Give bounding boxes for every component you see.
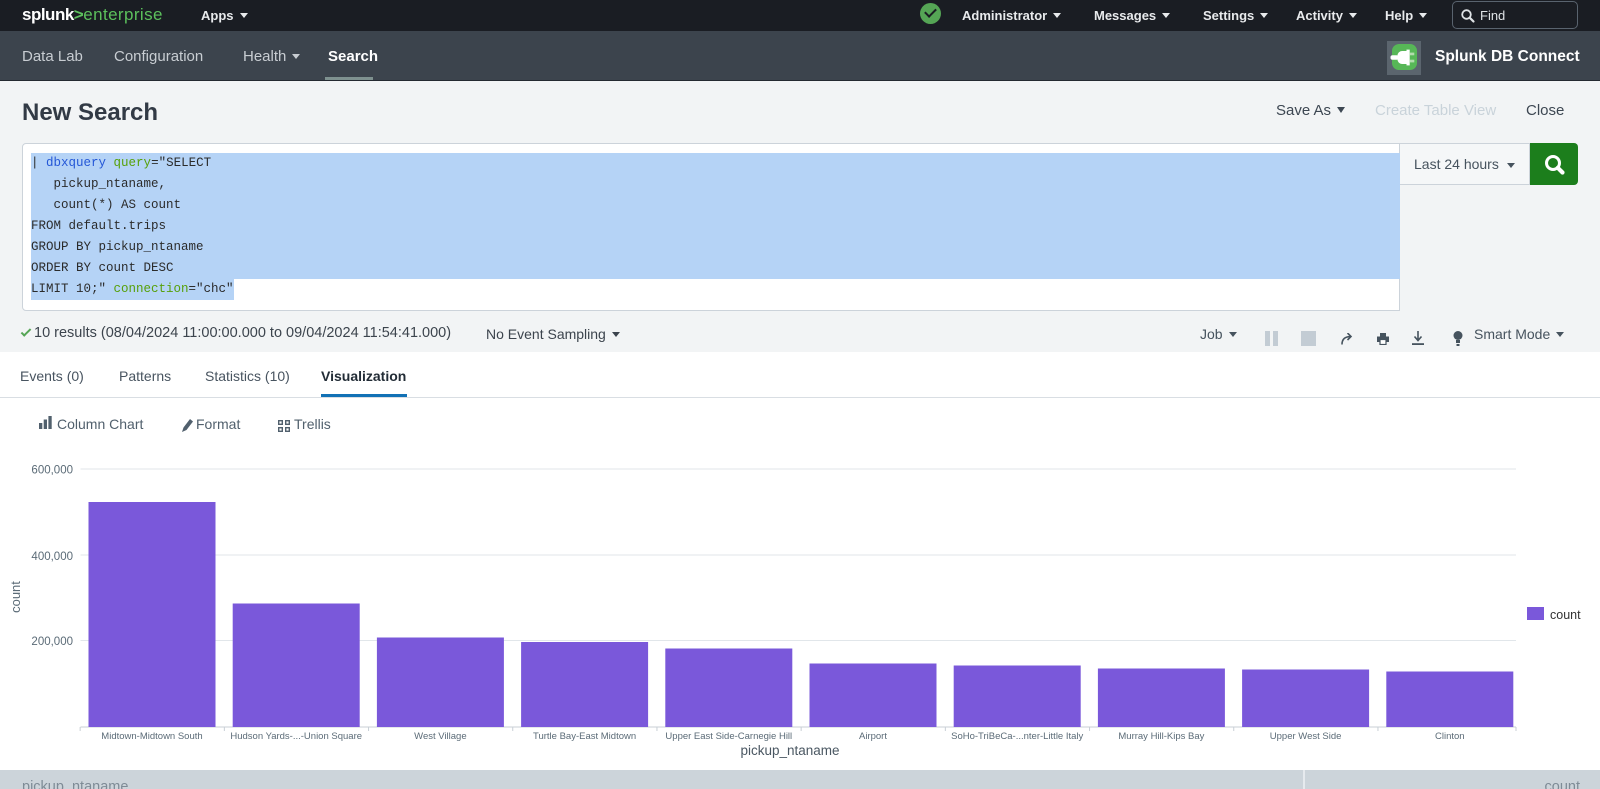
svg-text:count: count [1550, 608, 1581, 622]
svg-text:count: count [8, 581, 23, 613]
svg-text:Midtown-Midtown South: Midtown-Midtown South [101, 731, 202, 742]
svg-text:pickup_ntaname: pickup_ntaname [740, 743, 839, 758]
svg-text:600,000: 600,000 [31, 465, 73, 477]
svg-text:Hudson Yards-...-Union Square: Hudson Yards-...-Union Square [230, 731, 362, 742]
svg-text:Turtle Bay-East Midtown: Turtle Bay-East Midtown [533, 731, 636, 742]
svg-text:200,000: 200,000 [31, 636, 73, 648]
svg-text:Upper West Side: Upper West Side [1270, 731, 1342, 742]
svg-text:West Village: West Village [414, 731, 466, 742]
svg-text:400,000: 400,000 [31, 551, 73, 563]
svg-text:Upper East Side-Carnegie Hill: Upper East Side-Carnegie Hill [665, 731, 792, 742]
svg-text:Airport: Airport [859, 731, 887, 742]
svg-text:SoHo-TriBeCa-...nter-Little It: SoHo-TriBeCa-...nter-Little Italy [951, 731, 1083, 742]
svg-text:Murray Hill-Kips Bay: Murray Hill-Kips Bay [1118, 731, 1204, 742]
svg-text:Clinton: Clinton [1435, 731, 1465, 742]
